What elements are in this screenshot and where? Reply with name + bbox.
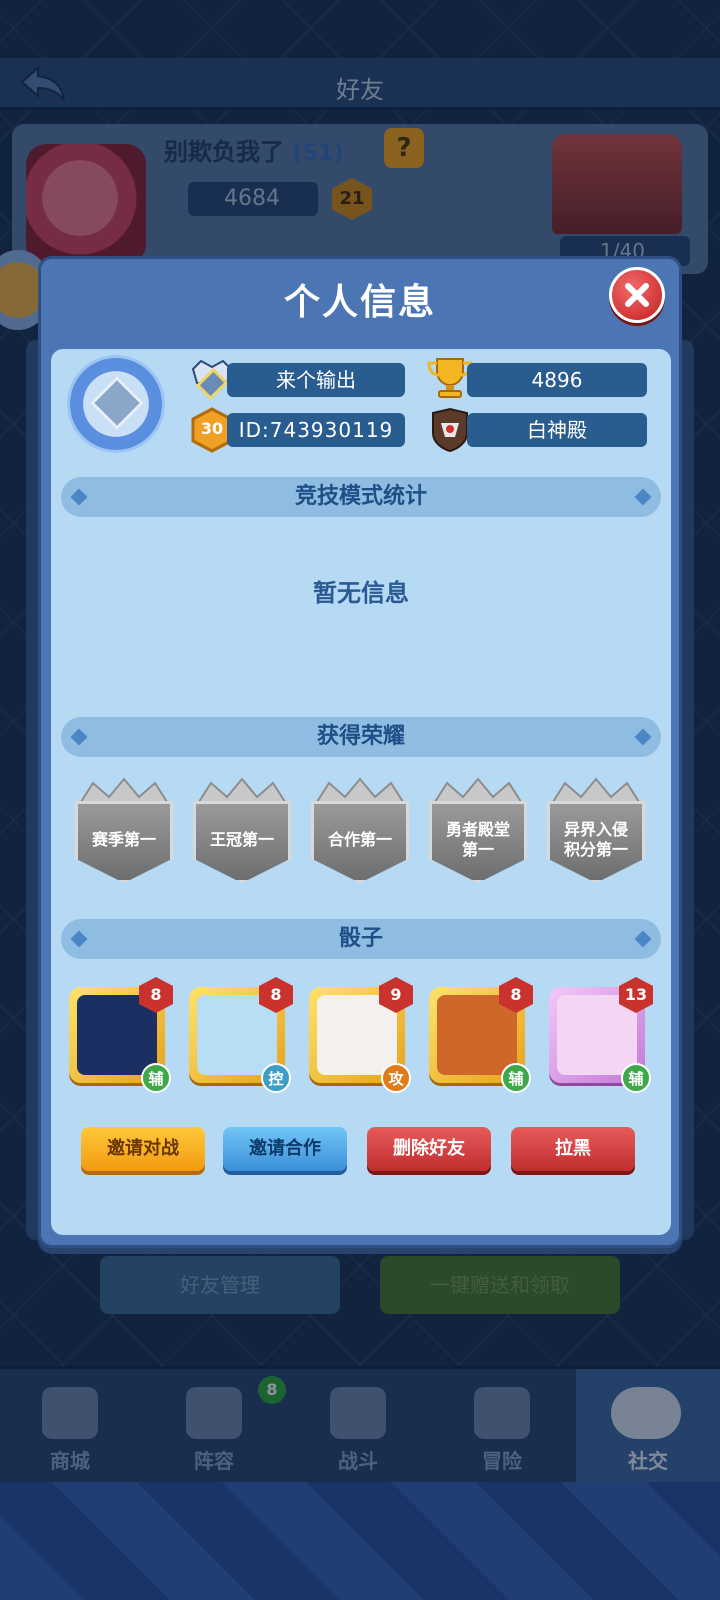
diamond-bullet-icon [70, 488, 88, 506]
diamond-bullet-icon [634, 728, 652, 746]
section-honors: 获得荣耀 [61, 717, 661, 757]
rank-medal-icon [67, 355, 165, 453]
honor-season-first[interactable]: 赛季第一 [69, 775, 179, 885]
diamond-bullet-icon [634, 488, 652, 506]
invite-coop-button[interactable]: 邀请合作 [223, 1127, 347, 1171]
diamond-bullet-icon [70, 728, 88, 746]
dice-card[interactable]: 8 辅 [429, 977, 533, 1093]
diamond-bullet-icon [70, 930, 88, 948]
section-arena-stats: 竞技模式统计 [61, 477, 661, 517]
dice-type: 控 [261, 1063, 291, 1093]
honor-hall-first[interactable]: 勇者殿堂 第一 [423, 775, 533, 885]
player-name: 来个输出 [227, 363, 405, 397]
block-button[interactable]: 拉黑 [511, 1127, 635, 1171]
dialog-content: 来个输出 4896 30 ID:743930119 白神殿 竞技模式统计 暂无信… [51, 349, 671, 1235]
dialog-title: 个人信息 [283, 282, 436, 323]
player-trophies: 4896 [467, 363, 647, 397]
arena-empty-text: 暂无信息 [313, 579, 409, 607]
honor-coop-first[interactable]: 合作第一 [305, 775, 415, 885]
diamond-icon [90, 376, 144, 430]
section-title: 骰子 [338, 926, 383, 951]
dice-card[interactable]: 9 攻 [309, 977, 413, 1093]
delete-friend-button[interactable]: 删除好友 [367, 1127, 491, 1171]
dice-type: 攻 [381, 1063, 411, 1093]
honor-label: 赛季第一 [91, 830, 156, 849]
section-dice: 骰子 [61, 919, 661, 959]
dice-card[interactable]: 13 辅 [549, 977, 653, 1093]
honor-crown-first[interactable]: 王冠第一 [187, 775, 297, 885]
dice-type: 辅 [501, 1063, 531, 1093]
close-icon [625, 283, 649, 307]
honor-label: 勇者殿堂 第一 [445, 820, 510, 859]
player-guild: 白神殿 [467, 413, 647, 447]
profile-dialog: 个人信息 来个输出 4896 30 ID:743930119 白神殿 竞技模式统… [38, 256, 682, 1248]
dice-type: 辅 [141, 1063, 171, 1093]
player-id: ID:743930119 [227, 413, 405, 447]
honor-label: 异界入侵 积分第一 [563, 820, 628, 859]
dice-card[interactable]: 8 辅 [69, 977, 173, 1093]
section-title: 获得荣耀 [316, 724, 405, 749]
invite-battle-button[interactable]: 邀请对战 [81, 1127, 205, 1171]
dice-type: 辅 [621, 1063, 651, 1093]
guild-shield-icon [432, 407, 468, 453]
honor-invasion-first[interactable]: 异界入侵 积分第一 [541, 775, 651, 885]
section-title: 竞技模式统计 [294, 484, 427, 509]
honor-label: 王冠第一 [209, 830, 274, 849]
close-button[interactable] [609, 267, 665, 323]
dice-card[interactable]: 8 控 [189, 977, 293, 1093]
diamond-bullet-icon [634, 930, 652, 948]
honor-label: 合作第一 [327, 830, 392, 849]
